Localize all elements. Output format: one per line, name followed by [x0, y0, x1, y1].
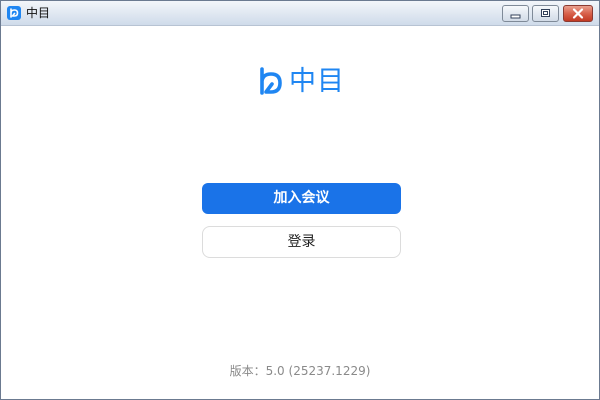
version-label: 版本： [229, 364, 266, 378]
version-number: 5.0 (25237.1229) [265, 364, 371, 378]
zhongmu-logo-icon [7, 6, 21, 20]
close-icon [572, 8, 584, 19]
join-meeting-button[interactable]: 加入会议 [202, 183, 401, 214]
version-info: 版本：5.0 (25237.1229) [1, 363, 599, 379]
brand-logo: 中目 [256, 65, 351, 99]
login-button[interactable]: 登录 [202, 226, 401, 258]
window-title: 中目 [26, 6, 51, 20]
maximize-button[interactable] [532, 5, 559, 22]
close-button[interactable] [563, 5, 593, 22]
maximize-icon [541, 9, 550, 17]
zhongmu-brand-icon [260, 67, 282, 95]
minimize-icon [510, 14, 521, 19]
minimize-button[interactable] [502, 5, 529, 22]
title-bar[interactable]: 中目 [1, 1, 599, 26]
app-window: 中目 中目 加入会议 登录 版本：5.0 (25237.1229) [0, 0, 600, 400]
brand-name: 中目 [289, 66, 345, 97]
